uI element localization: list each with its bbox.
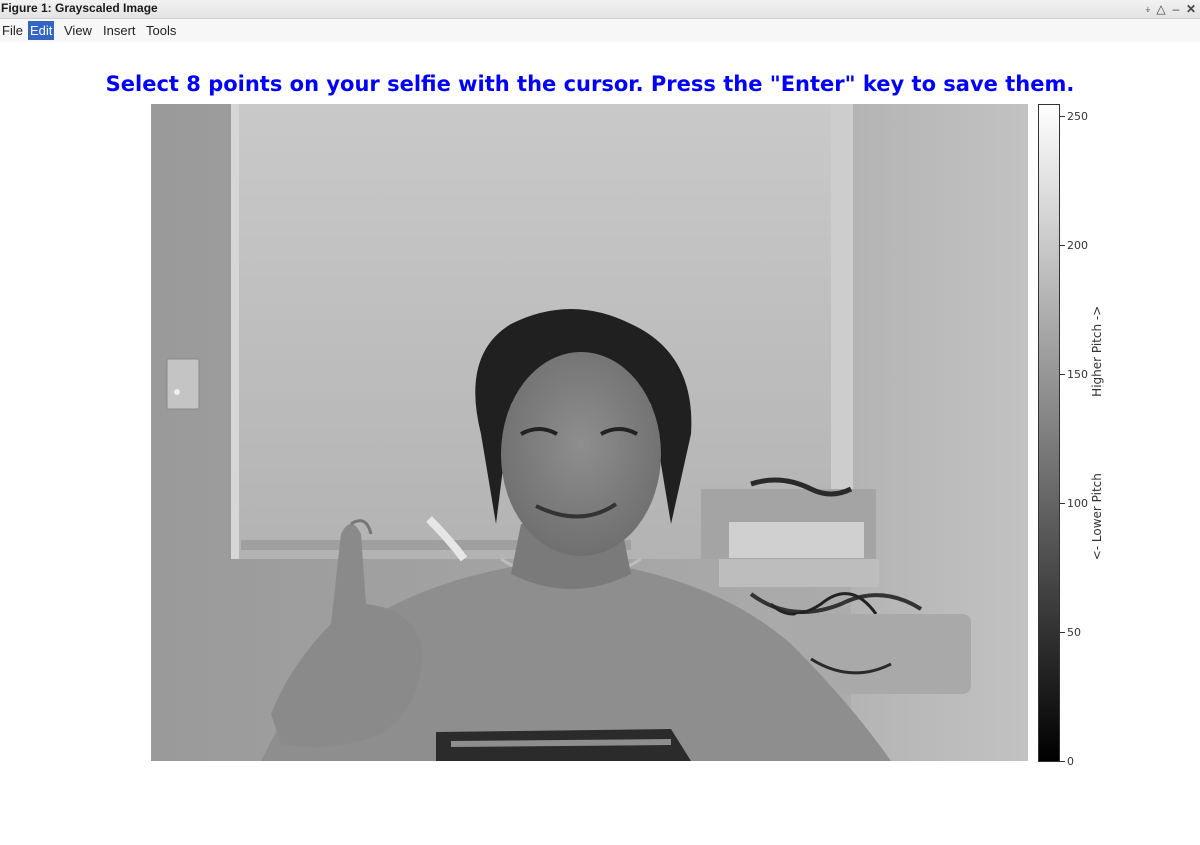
colorbar-tick xyxy=(1060,632,1065,633)
menu-view[interactable]: View xyxy=(62,21,94,40)
colorbar xyxy=(1038,104,1060,762)
menu-file[interactable]: File xyxy=(0,21,25,40)
colorbar-tick xyxy=(1060,116,1065,117)
window-titlebar: Figure 1: Grayscaled Image ⍖ △ – ✕ xyxy=(0,0,1200,19)
colorbar-tick xyxy=(1060,374,1065,375)
colorbar-label: <- Lower Pitch Higher Pitch -> xyxy=(1090,305,1104,561)
close-icon[interactable]: ✕ xyxy=(1184,0,1198,18)
pin-icon[interactable]: ⍖ xyxy=(1142,0,1154,18)
colorbar-tick xyxy=(1060,503,1065,504)
colorbar-tick-label: 0 xyxy=(1067,755,1074,768)
menu-insert[interactable]: Insert xyxy=(101,21,138,40)
colorbar-tick-label: 250 xyxy=(1067,110,1088,123)
minimize-icon[interactable]: – xyxy=(1170,0,1182,18)
colorbar-tick xyxy=(1060,245,1065,246)
colorbar-label-wrapper: <- Lower Pitch Higher Pitch -> xyxy=(1090,104,1104,762)
colorbar-tick xyxy=(1060,761,1065,762)
colorbar-tick-label: 50 xyxy=(1067,626,1081,639)
menubar: File Edit View Insert Tools xyxy=(0,19,1200,42)
menu-edit[interactable]: Edit xyxy=(28,21,55,40)
grayscale-selfie-image[interactable] xyxy=(151,104,1028,761)
colorbar-tick-label: 100 xyxy=(1067,497,1088,510)
menu-tools[interactable]: Tools xyxy=(144,21,178,40)
window-title: Figure 1: Grayscaled Image xyxy=(1,1,158,15)
plot-title: Select 8 points on your selfie with the … xyxy=(105,72,1075,96)
selfie-image-axes[interactable] xyxy=(151,104,1028,761)
colorbar-tick-label: 150 xyxy=(1067,368,1088,381)
colorbar-tick-label: 200 xyxy=(1067,239,1088,252)
restore-icon[interactable]: △ xyxy=(1155,0,1167,18)
